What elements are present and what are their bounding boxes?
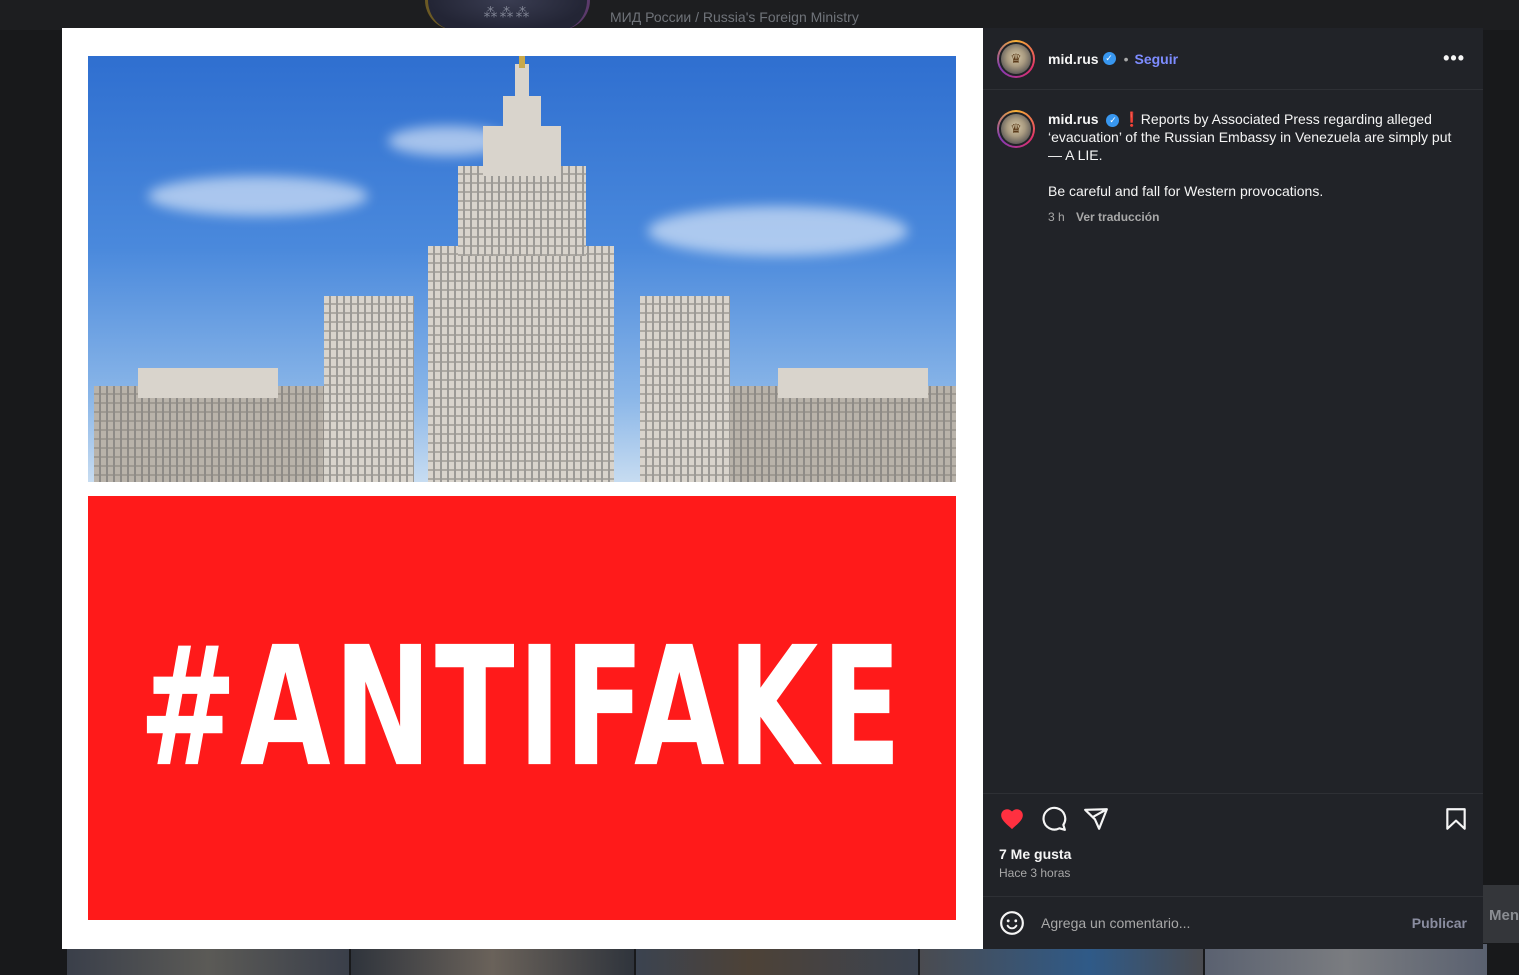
separator-dot: • [1123,50,1129,67]
translate-link[interactable]: Ver traducción [1076,210,1159,224]
likes-count[interactable]: 7 Me gusta [999,846,1467,862]
verified-badge-icon: ✓ [1106,113,1120,127]
coat-of-arms-icon: ♛ [1001,114,1031,144]
header-username[interactable]: mid.rus [1048,51,1099,67]
coat-of-arms-icon: ♛ [1001,43,1031,74]
post-modal: #ANTIFAKE ♛ mid.rus ✓ • Seguir ••• ♛ mid… [62,28,1483,949]
post-media: #ANTIFAKE [62,28,983,949]
post-timestamp: Hace 3 horas [999,866,1071,880]
background-page-title: МИД России / Russia's Foreign Ministry [610,9,859,25]
caption-time[interactable]: 3 h [1048,210,1065,224]
post-side-panel: ♛ mid.rus ✓ • Seguir ••• ♛ mid.rus ✓ ❗Re… [983,28,1483,949]
share-icon[interactable] [1083,806,1109,832]
comment-icon[interactable] [1041,806,1067,832]
building-photo [88,56,956,482]
follow-button[interactable]: Seguir [1134,51,1178,67]
caption-username[interactable]: mid.rus [1048,111,1099,127]
caption-avatar[interactable]: ♛ [997,110,1035,148]
bookmark-icon[interactable] [1443,806,1469,832]
emoji-icon[interactable] [999,910,1025,936]
caption-meta: 3 h Ver traducción [1048,208,1468,226]
comment-input[interactable] [1041,915,1412,931]
publish-button[interactable]: Publicar [1412,915,1467,931]
background-side-button[interactable]: Men [1483,885,1519,943]
caption-body: mid.rus ✓ ❗Reports by Associated Press r… [1048,110,1468,793]
antifake-banner: #ANTIFAKE [88,496,956,920]
verified-badge-icon: ✓ [1102,52,1116,65]
comment-bar: Publicar [983,896,1483,949]
heart-icon[interactable] [999,806,1025,832]
exclamation-icon: ❗ [1123,111,1141,127]
avatar[interactable]: ♛ [997,39,1035,78]
eagle-emblem-icon: ⁂⁂⁂ [483,4,532,20]
caption-text-2: Be careful and fall for Western provocat… [1048,183,1324,199]
post-header: ♛ mid.rus ✓ • Seguir ••• [983,28,1483,90]
caption-area: ♛ mid.rus ✓ ❗Reports by Associated Press… [983,90,1483,793]
banner-text: #ANTIFAKE [139,612,905,804]
action-bar: 7 Me gusta Hace 3 horas [983,793,1483,896]
more-options-button[interactable]: ••• [1443,48,1465,69]
